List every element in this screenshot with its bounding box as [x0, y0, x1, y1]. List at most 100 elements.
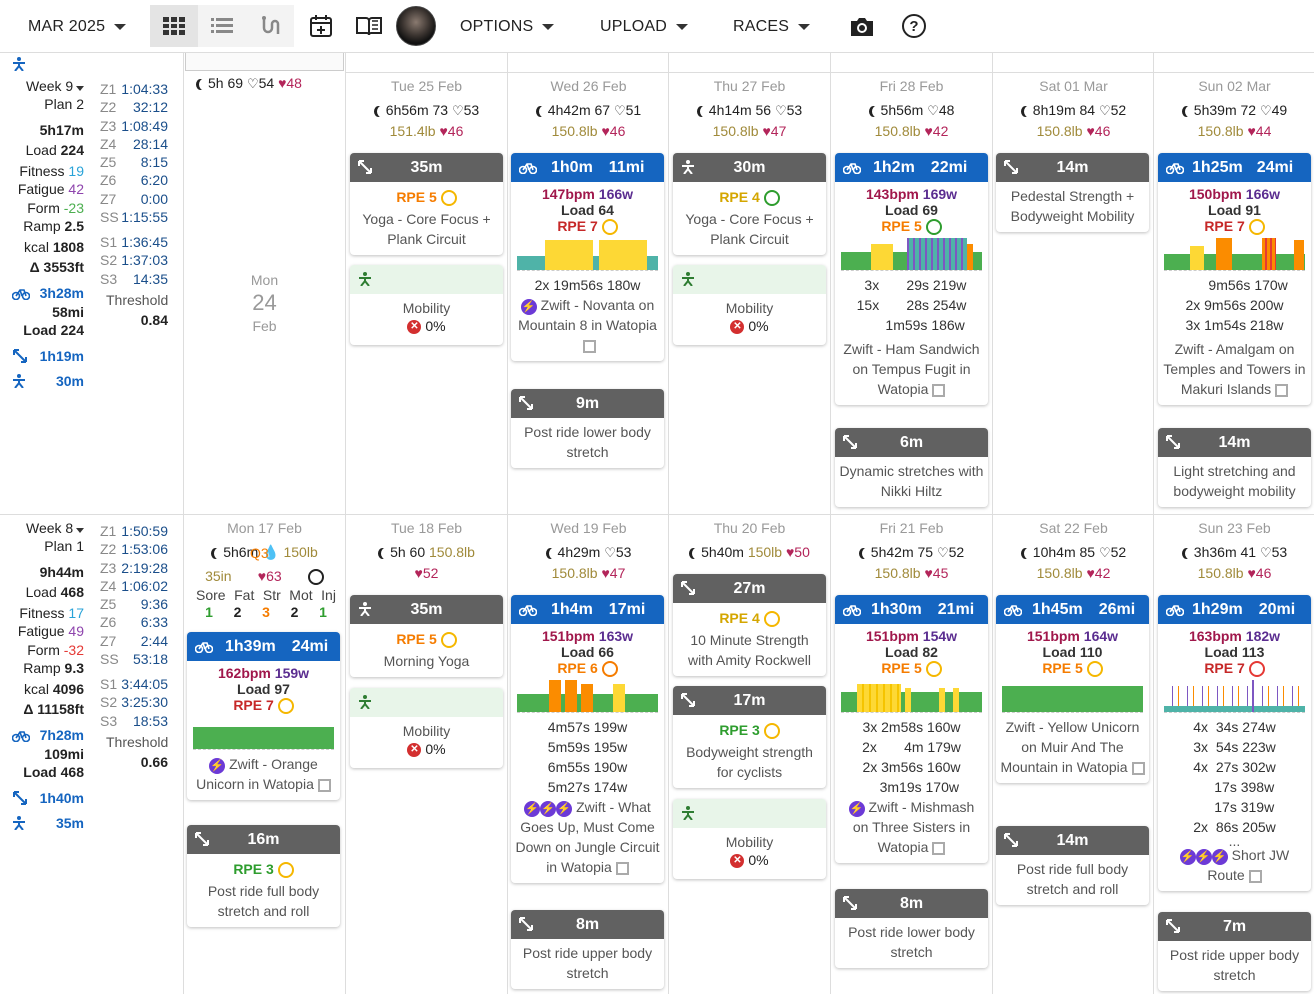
activity-card[interactable]: 27m RPE 4 10 Minute Strength with Amity … — [673, 574, 826, 677]
day-header[interactable]: Fri 21 Feb — [831, 520, 992, 536]
feel-icon — [277, 862, 294, 879]
bike-icon — [1165, 163, 1185, 175]
wellness-stats: 6h56m 73 ♡53 — [346, 102, 507, 119]
day-header[interactable]: Tue 18 Feb — [346, 520, 507, 536]
zone-label: Z2 — [100, 99, 117, 116]
day-header[interactable]: Wed 26 Feb — [508, 78, 669, 94]
activity-card[interactable]: 16m RPE 3 Post ride full body stretch an… — [187, 825, 340, 928]
ride-card[interactable]: 1h30m 21mi 151bpm 154w Load 82 RPE 5 3x 2… — [835, 595, 988, 864]
avatar[interactable] — [396, 6, 436, 46]
screenshot-button[interactable] — [846, 10, 878, 42]
activity-card[interactable]: 6m Dynamic stretches with Nikki Hiltz — [835, 428, 988, 507]
ride-card[interactable]: 1h39m 24mi 162bpm 159w Load 97 RPE 7 ⚡ Zw… — [187, 632, 340, 801]
activity-card[interactable]: 8m Post ride lower body stretch — [835, 889, 988, 968]
day-header[interactable]: Mon 17 Feb — [184, 520, 345, 536]
zone-row: Z2 1:53:06 — [100, 541, 168, 559]
zone-row: S1 1:36:45 — [100, 234, 168, 252]
ride-card[interactable]: 1h29m 20mi 163bpm 182w Load 113 RPE 7 4x … — [1158, 595, 1311, 892]
day-header[interactable]: Tue 25 Feb — [346, 78, 507, 94]
day-header[interactable]: Wed 19 Feb — [508, 520, 669, 536]
ride-card[interactable]: 1h45m 26mi 151bpm 164w Load 110 RPE 5 Zwi… — [996, 595, 1149, 784]
wellness-value: 1 — [319, 604, 327, 620]
add-event-button[interactable] — [305, 10, 337, 42]
week-time: 9h44m — [39, 564, 84, 580]
activity-card[interactable]: 35m RPE 5 Yoga - Core Focus + Plank Circ… — [350, 153, 503, 256]
activity-card[interactable]: 17m RPE 3 Bodyweight strength for cyclis… — [673, 686, 826, 789]
zone-time: 0:00 — [140, 190, 168, 207]
close-icon: ✕ — [407, 320, 422, 335]
races-menu[interactable]: RACES — [733, 0, 811, 53]
power-chart — [841, 238, 982, 272]
options-menu[interactable]: OPTIONS — [460, 0, 555, 53]
activity-card[interactable]: 7m Post ride upper body stretch — [1158, 912, 1311, 991]
weight-hr: 151.4lb ♥46 — [389, 123, 464, 139]
mobility-card[interactable]: Mobility ✕ 0% — [673, 799, 826, 879]
activity-card[interactable]: 30m RPE 4 Yoga - Core Focus + Plank Circ… — [673, 153, 826, 256]
chevron-down-icon — [542, 23, 555, 30]
feel-icon — [763, 190, 780, 207]
library-button[interactable] — [353, 10, 385, 42]
mobility-card[interactable]: Mobility ✕ 0% — [673, 265, 826, 345]
activity-card[interactable]: 14m Light stretching and bodyweight mobi… — [1158, 428, 1311, 507]
ride-card[interactable]: 1h4m 17mi 151bpm 163w Load 66 RPE 6 4m57s… — [511, 595, 664, 884]
wellness-extra: 35in ♥63 — [184, 568, 345, 585]
day-header[interactable]: Sun 02 Mar — [1154, 78, 1314, 94]
route-view-button[interactable] — [246, 5, 294, 47]
activity-card[interactable]: 14m Pedestal Strength + Bodyweight Mobil… — [996, 153, 1149, 232]
week-title[interactable]: Week 8 — [26, 520, 85, 536]
mood-icon — [307, 569, 324, 585]
wellness-stats: 5h 69 ♡54 ♥48 — [184, 75, 345, 92]
zone-label: SS — [100, 651, 119, 668]
ride-card[interactable]: 1h2m 22mi 143bpm 169w Load 69 RPE 5 3x 29… — [835, 153, 988, 406]
activity-card[interactable]: 9m Post ride lower body stretch — [511, 389, 664, 468]
zone-time: 53:18 — [132, 651, 168, 668]
day-header[interactable]: Thu 27 Feb — [669, 78, 830, 94]
zone-label: S2 — [100, 252, 118, 269]
day-header[interactable]: Sun 23 Feb — [1154, 520, 1314, 536]
wellness-label: Mot — [289, 587, 313, 603]
mobility-card[interactable]: Mobility ✕ 0% — [350, 688, 503, 768]
zone-label: Z5 — [100, 154, 117, 171]
activity-card[interactable]: 14m Post ride full body stretch and roll — [996, 826, 1149, 905]
zone-label: Z1 — [100, 81, 117, 97]
zone-row: S2 1:37:03 — [100, 252, 168, 270]
upload-menu[interactable]: UPLOAD — [600, 0, 688, 53]
day-header[interactable]: Thu 20 Feb — [669, 520, 830, 536]
activity-card[interactable]: 8m Post ride upper body stretch — [511, 910, 664, 989]
zone-row: Z4 1:06:02 — [100, 578, 168, 596]
weight-hr: 150.8lb ♥42 — [1036, 565, 1111, 581]
help-button[interactable]: ? — [898, 10, 930, 42]
wellness-labels: Sore Fat Str Mot Inj — [196, 587, 336, 603]
week-title[interactable]: Week 9 — [26, 78, 85, 94]
day-header[interactable]: Sat 22 Feb — [993, 520, 1154, 536]
zone-label: SS — [100, 209, 119, 226]
close-icon: ✕ — [407, 743, 422, 758]
ride-time: 3h28m — [39, 285, 84, 301]
feel-icon — [601, 219, 618, 236]
mobility-icon — [359, 602, 371, 617]
grid-icon — [163, 17, 185, 35]
map-icon — [615, 862, 629, 876]
month-selector[interactable]: MAR 2025 — [28, 0, 127, 53]
mobility-card[interactable]: Mobility ✕ 0% — [350, 265, 503, 345]
list-view-button[interactable] — [198, 5, 246, 47]
activity-card[interactable]: 35m RPE 5 Morning Yoga — [350, 595, 503, 678]
day-header[interactable]: Sat 01 Mar — [993, 78, 1154, 94]
map-icon — [1275, 384, 1289, 398]
power-chart — [517, 239, 658, 272]
zone-times: Z1 1:04:33 Z2 32:12 Z3 1:08:49 Z4 28:14 Z5 8:15 Z6… — [100, 81, 168, 227]
zone-label: S1 — [100, 234, 118, 250]
calendar-view-button[interactable] — [150, 5, 198, 47]
map-icon — [932, 842, 946, 856]
zone-time: 1:06:02 — [121, 577, 168, 594]
zone-row: S1 3:44:05 — [100, 676, 168, 694]
zone-label: Z7 — [100, 632, 117, 649]
zone-label: S1 — [100, 676, 118, 692]
day-header[interactable]: Fri 28 Feb — [831, 78, 992, 94]
form: Form -23 — [27, 200, 84, 216]
zone-row: SS 53:18 — [100, 651, 168, 669]
zwift-icon: ⚡ — [524, 800, 541, 817]
chevron-down-icon — [114, 23, 127, 30]
ride-card[interactable]: 1h0m 11mi 147bpm 166w Load 64 RPE 7 2x 19… — [511, 153, 664, 362]
ride-card[interactable]: 1h25m 24mi 150bpm 166w Load 91 RPE 7 9m56… — [1158, 153, 1311, 406]
